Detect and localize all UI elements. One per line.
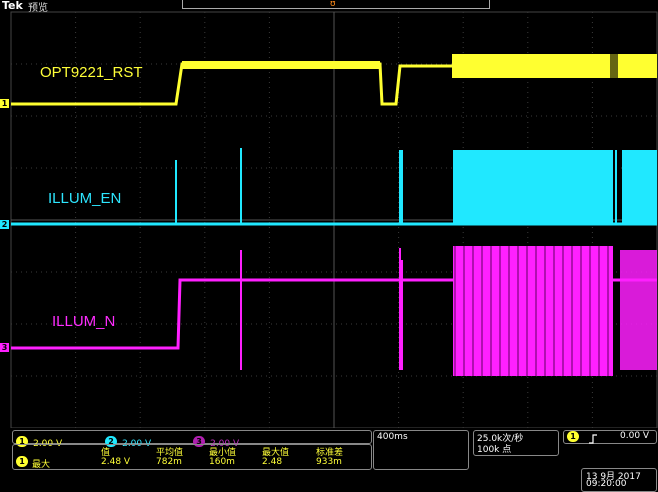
value-stddev: 933m [316, 457, 342, 467]
datetime-box: 13 9月 2017 09:20:00 [581, 468, 657, 492]
ch1-ground-marker[interactable]: 1 [0, 99, 9, 108]
ch2-ground-marker[interactable]: 2 [0, 220, 9, 229]
value-mean: 782m [156, 457, 182, 467]
trigger-source-chip: 1 [567, 431, 579, 442]
measurement-source-chip: 1 [16, 456, 28, 467]
timebase-box[interactable]: 400ms [373, 430, 469, 470]
timebase-value: 400ms [377, 432, 408, 442]
readout-panel: 1 2.00 V 2 2.00 V 3 2.00 V 1 最大 值 平均值 最小… [0, 428, 658, 492]
measurement-type: 最大 [32, 460, 51, 470]
value-max: 2.48 [262, 457, 283, 467]
value-min: 160m [209, 457, 235, 467]
ch3-label: ILLUM_N [52, 313, 116, 330]
time-readout: 09:20:00 [586, 479, 627, 489]
acquisition-box[interactable]: 25.0k次/秒 100k 点 [473, 430, 559, 456]
trigger-level: 0.00 V [620, 431, 650, 441]
record-length: 100k 点 [477, 445, 512, 455]
value-current: 2.48 V [101, 457, 131, 467]
trigger-box[interactable]: 1 0.00 V [563, 430, 657, 444]
measurement-box[interactable]: 1 最大 值 平均值 最小值 最大值 标准差 2.48 V 782m 160m … [12, 444, 372, 470]
channel-scale-bar[interactable]: 1 2.00 V 2 2.00 V 3 2.00 V [12, 430, 372, 449]
ch1-label: OPT9221_RST [40, 64, 143, 81]
ch2-label: ILLUM_EN [48, 190, 122, 207]
ch3-ground-marker[interactable]: 3 [0, 343, 9, 352]
rising-edge-icon [588, 430, 598, 449]
